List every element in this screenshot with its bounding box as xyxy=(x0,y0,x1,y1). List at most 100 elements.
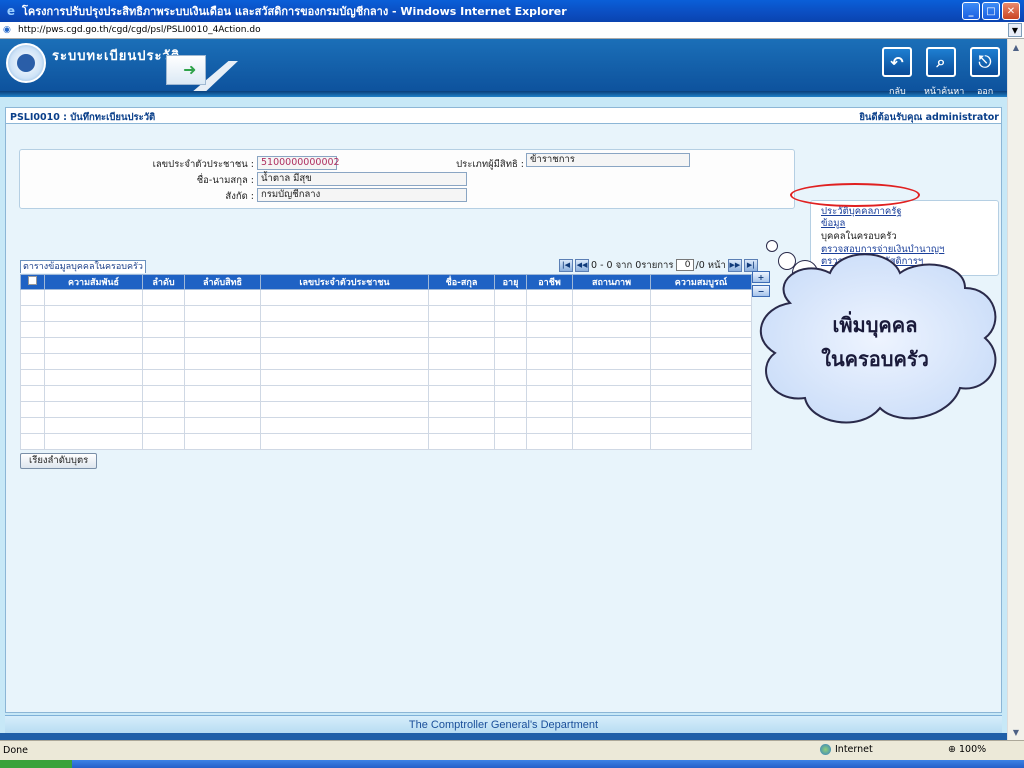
search-page-button[interactable]: ⌕ xyxy=(926,47,956,77)
exit-label[interactable]: ออก xyxy=(977,84,993,98)
table-cell xyxy=(428,385,495,402)
table-cell xyxy=(428,417,495,434)
annotation-line-2: ในครอบครัว xyxy=(821,347,929,371)
address-bar[interactable]: ◉ http://pws.cgd.go.th/cgd/cgd/psl/PSLI0… xyxy=(0,22,1024,39)
table-cell xyxy=(526,433,573,450)
table-cell xyxy=(572,289,651,306)
table-row[interactable] xyxy=(20,305,752,322)
column-header[interactable]: ความสัมพันธ์ xyxy=(44,274,143,290)
name-field[interactable]: น้ำตาล มีสุข xyxy=(257,172,467,186)
close-window-button[interactable]: ✕ xyxy=(1002,2,1020,20)
table-cell xyxy=(494,369,527,386)
column-header[interactable]: สถานภาพ xyxy=(572,274,651,290)
name-label: ชื่อ-นามสกุล : xyxy=(196,175,254,186)
table-cell xyxy=(494,353,527,370)
search-page-label[interactable]: หน้าค้นหา xyxy=(924,84,964,98)
table-cell xyxy=(44,353,143,370)
table-cell xyxy=(572,433,651,450)
table-cell xyxy=(184,385,261,402)
zoom-level[interactable]: ⊕ 100% xyxy=(948,744,986,755)
table-cell xyxy=(526,353,573,370)
family-members-table: ความสัมพันธ์ ลำดับ ลำดับสิทธิ เลขประจำตั… xyxy=(20,274,752,450)
column-header[interactable]: ชื่อ-สกุล xyxy=(428,274,495,290)
table-row[interactable] xyxy=(20,337,752,354)
column-header[interactable]: อายุ xyxy=(494,274,527,290)
first-page-icon[interactable]: |◀ xyxy=(559,258,573,272)
table-cell xyxy=(44,289,143,306)
column-header[interactable]: เลขประจำตัวประชาชน xyxy=(260,274,429,290)
next-page-icon[interactable]: ▶▶ xyxy=(727,258,742,272)
table-row[interactable] xyxy=(20,401,752,418)
sort-children-button[interactable]: เรียงลำดับบุตร xyxy=(20,453,98,469)
footer-stripe xyxy=(0,733,1007,740)
exit-button[interactable]: ⎋ xyxy=(970,47,1000,77)
table-cell xyxy=(650,305,752,322)
department-label: สังกัด : xyxy=(225,191,254,202)
status-text: Done xyxy=(3,745,28,756)
table-cell xyxy=(572,353,651,370)
table-cell xyxy=(142,289,185,306)
column-header[interactable]: ความสมบูรณ์ xyxy=(650,274,752,290)
table-cell xyxy=(260,305,429,322)
table-row[interactable] xyxy=(20,417,752,434)
table-cell xyxy=(142,321,185,338)
table-row[interactable] xyxy=(20,321,752,338)
table-row[interactable] xyxy=(20,385,752,402)
highlight-ellipse xyxy=(790,183,920,207)
column-header[interactable]: ลำดับ xyxy=(142,274,185,290)
table-cell xyxy=(260,369,429,386)
entitlement-type-label: ประเภทผู้มีสิทธิ : xyxy=(456,159,524,170)
table-cell xyxy=(20,289,45,306)
table-cell xyxy=(526,369,573,386)
table-cell xyxy=(494,385,527,402)
table-cell xyxy=(44,417,143,434)
table-cell xyxy=(650,353,752,370)
status-bar: Done Internet ⊕ 100% xyxy=(0,740,1024,760)
address-dropdown-icon[interactable]: ▼ xyxy=(1008,23,1022,37)
column-header[interactable]: ลำดับสิทธิ xyxy=(184,274,261,290)
table-cell xyxy=(494,305,527,322)
table-row[interactable] xyxy=(20,369,752,386)
table-cell xyxy=(526,401,573,418)
window-title-bar: e โครงการปรับปรุงประสิทธิภาพระบบเงินเดือ… xyxy=(0,0,1024,22)
column-header[interactable]: อาชีพ xyxy=(526,274,573,290)
back-label[interactable]: กลับ xyxy=(889,84,906,98)
table-cell xyxy=(650,337,752,354)
table-row[interactable] xyxy=(20,433,752,450)
table-row[interactable] xyxy=(20,353,752,370)
zoom-value: 100% xyxy=(959,744,987,755)
table-cell xyxy=(20,417,45,434)
taskbar xyxy=(0,760,1024,768)
back-arrow-icon: ↶ xyxy=(890,52,904,72)
minimize-button[interactable]: _ xyxy=(962,2,980,20)
department-field[interactable]: กรมบัญชีกลาง xyxy=(257,188,467,202)
table-cell xyxy=(494,417,527,434)
table-cell xyxy=(572,401,651,418)
table-cell xyxy=(44,385,143,402)
folder-icon: ➜ xyxy=(166,55,206,85)
scroll-down-icon[interactable]: ▼ xyxy=(1008,724,1024,740)
page-title: PSLI0010 : บันทึกทะเบียนประวัติ xyxy=(10,112,156,123)
pager-record-count: 0 - 0 จาก 0รายการ xyxy=(591,259,674,271)
table-cell xyxy=(142,369,185,386)
select-all-checkbox[interactable] xyxy=(20,274,45,290)
table-cell xyxy=(44,321,143,338)
entitlement-type-field[interactable]: ข้าราชการ xyxy=(526,153,690,167)
grid-caption: ตารางข้อมูลบุคคลในครอบครัว xyxy=(20,260,146,273)
table-cell xyxy=(44,305,143,322)
table-cell xyxy=(142,353,185,370)
table-cell xyxy=(428,369,495,386)
table-cell xyxy=(184,417,261,434)
table-row[interactable] xyxy=(20,289,752,306)
page-number-input[interactable]: 0 xyxy=(675,259,694,271)
start-button[interactable] xyxy=(0,760,72,768)
department-logo xyxy=(6,43,46,83)
table-cell xyxy=(184,289,261,306)
prev-page-icon[interactable]: ◀◀ xyxy=(575,258,589,272)
maximize-button[interactable]: □ xyxy=(982,2,1000,20)
citizen-id-field[interactable]: 5100000000002 xyxy=(257,156,340,170)
back-button[interactable]: ↶ xyxy=(882,47,912,77)
url-text[interactable]: http://pws.cgd.go.th/cgd/cgd/psl/PSLI001… xyxy=(18,25,261,35)
table-cell xyxy=(184,369,261,386)
scroll-up-icon[interactable]: ▲ xyxy=(1008,39,1024,55)
